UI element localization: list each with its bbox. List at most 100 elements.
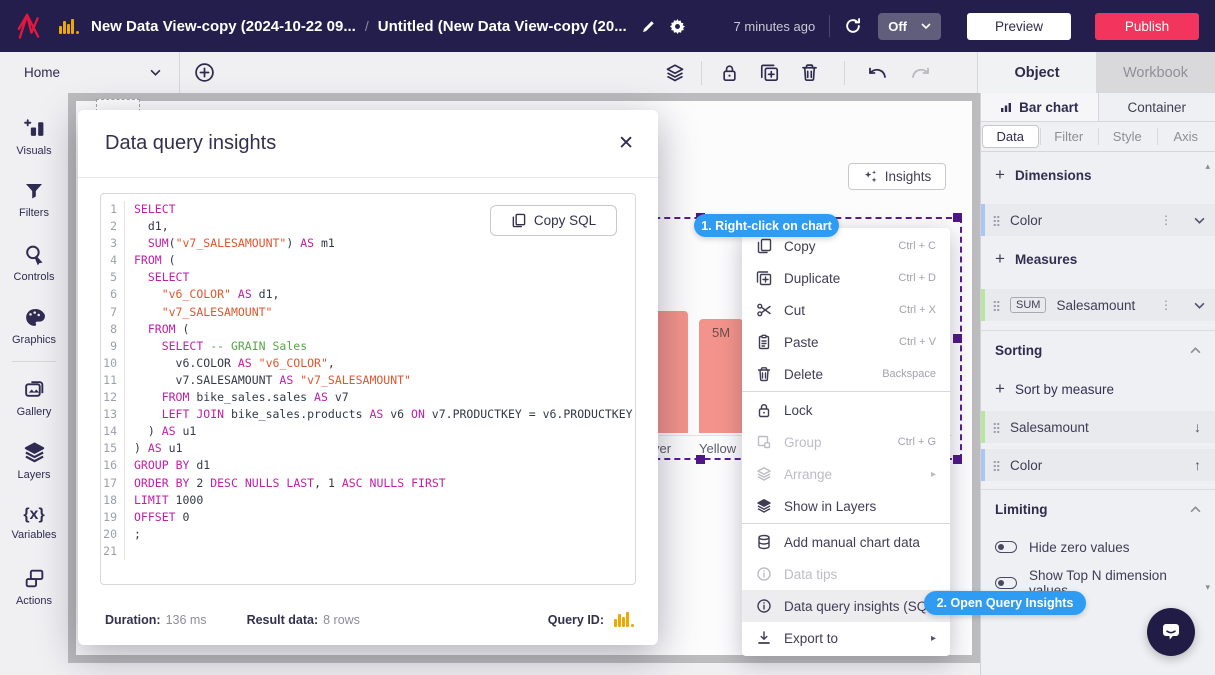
divider [844,61,845,85]
menu-item-data-query-insights[interactable]: Data query insights (SQL) [742,590,950,622]
sort-by-measure-button[interactable]: + Sort by measure [981,370,1215,408]
selection-handle[interactable] [696,455,705,464]
plus-icon: + [995,379,1005,399]
tab-workbook[interactable]: Workbook [1096,52,1215,93]
sidebar-item-visuals[interactable]: Visuals [0,105,68,168]
tab-object[interactable]: Object [977,52,1096,93]
menu-item-data-tips[interactable]: Data tips [742,558,950,590]
selection-handle[interactable] [953,334,962,343]
dataset-title[interactable]: New Data View-copy (2024-10-22 09... [91,18,356,35]
aggregation-badge[interactable]: SUM [1010,297,1046,313]
sidebar-item-graphics[interactable]: Graphics [0,294,68,357]
add-dimension-button[interactable]: + Dimensions [981,152,1215,198]
refresh-icon[interactable] [844,17,862,35]
edit-pencil-icon[interactable] [641,19,656,34]
menu-item-duplicate[interactable]: Duplicate Ctrl + D [742,262,950,294]
download-icon [756,630,772,646]
selection-handle[interactable] [953,213,962,222]
add-measure-button[interactable]: + Measures [981,236,1215,282]
sort-direction-icon[interactable]: ↑ [1194,457,1205,473]
sidebar-item-gallery[interactable]: Gallery [0,366,68,429]
lock-toolbar-icon[interactable] [720,63,739,82]
submenu-arrow-icon: ▸ [931,469,936,480]
plus-icon: + [995,165,1005,185]
menu-item-arrange[interactable]: Arrange ▸ [742,458,950,490]
trash-toolbar-icon[interactable] [800,63,819,82]
sidebar-item-filters[interactable]: Filters [0,168,68,231]
callout-step2: 2. Open Query Insights [924,591,1086,615]
toggle-off-icon[interactable] [995,541,1017,553]
page-title[interactable]: Untitled (New Data View-copy (20... [378,18,627,35]
chevron-down-icon[interactable] [1194,217,1205,224]
tab-container[interactable]: Container [1098,93,1215,121]
sort-row-salesamount[interactable]: Salesamount ↓ [981,411,1215,443]
copy-sql-button[interactable]: Copy SQL [490,205,617,236]
subtab-data[interactable]: Data [981,122,1040,151]
callout-step1: 1. Right-click on chart [694,214,839,237]
drag-handle-icon[interactable] [993,422,1000,433]
subtab-axis[interactable]: Axis [1157,122,1215,151]
chevron-down-icon [150,69,161,76]
menu-item-paste[interactable]: Paste Ctrl + V [742,326,950,358]
drag-handle-icon[interactable] [993,300,1000,311]
kebab-menu-icon[interactable]: ⋮ [1160,213,1172,227]
sql-line: 16GROUP BY d1 [101,457,635,474]
sql-line: 7 "v7_SALESAMOUNT" [101,304,635,321]
sql-code-lines: 1SELECT2 d1,3 SUM("v7_SALESAMOUNT") AS m… [101,201,635,560]
layers-toolbar-icon[interactable] [665,63,685,83]
publish-button[interactable]: Publish [1095,13,1199,40]
sidebar-item-actions[interactable]: Actions [0,555,68,618]
chevron-down-icon[interactable] [1194,302,1205,309]
preview-button[interactable]: Preview [967,13,1071,40]
menu-item-lock[interactable]: Lock [742,394,950,426]
sort-row-color[interactable]: Color ↑ [981,449,1215,481]
redo-icon[interactable] [909,64,931,82]
sidebar-item-layers[interactable]: Layers [0,429,68,492]
scroll-down-arrow[interactable]: ▾ [1205,582,1210,593]
toggle-hide-zero-values[interactable]: Hide zero values [981,529,1215,565]
menu-item-export-to[interactable]: Export to ▸ [742,622,950,654]
kebab-menu-icon[interactable]: ⋮ [1160,298,1172,312]
close-icon[interactable]: ✕ [618,134,634,153]
menu-item-add-manual-chart-data[interactable]: Add manual chart data [742,526,950,558]
menu-item-cut[interactable]: Cut Ctrl + X [742,294,950,326]
chat-launcher-button[interactable] [1147,608,1195,656]
tab-bar-chart[interactable]: Bar chart [981,93,1098,121]
limiting-section-header[interactable]: Limiting [981,489,1215,529]
toggle-off-icon[interactable] [995,577,1017,589]
sql-line: 4FROM ( [101,252,635,269]
sort-direction-icon[interactable]: ↓ [1194,419,1205,435]
subtab-style[interactable]: Style [1098,122,1157,151]
subtab-filter[interactable]: Filter [1040,122,1099,151]
app-logo[interactable] [15,11,42,41]
drag-handle-icon[interactable] [993,215,1000,226]
duplicate-toolbar-icon[interactable] [760,63,779,82]
menu-item-delete[interactable]: Delete Backspace [742,358,950,390]
sql-line: 5 SELECT [101,269,635,286]
breadcrumb-separator: / [365,18,369,34]
insights-button[interactable]: Insights [848,163,946,190]
left-sidebar: Visuals Filters Controls Graphics Galler… [0,93,68,675]
settings-gear-icon[interactable] [669,18,686,35]
chevron-down-icon [921,23,931,29]
autosave-dropdown[interactable]: Off [878,13,941,40]
home-dropdown[interactable]: Home [0,52,180,93]
measure-row-salesamount[interactable]: SUM Salesamount ⋮ [981,289,1215,321]
menu-item-show-in-layers[interactable]: Show in Layers [742,490,950,522]
sorting-section-header[interactable]: Sorting [981,330,1215,370]
add-widget-button[interactable] [194,62,215,83]
sql-line: 13 LEFT JOIN bike_sales.products AS v6 O… [101,406,635,423]
chevron-up-icon[interactable] [1190,506,1201,513]
scroll-up-arrow[interactable]: ▴ [1205,161,1210,172]
selection-handle[interactable] [953,455,962,464]
chevron-up-icon[interactable] [1190,347,1201,354]
menu-item-group[interactable]: Group Ctrl + G [742,426,950,458]
drag-handle-icon[interactable] [993,460,1000,471]
query-id-label: Query ID: [548,613,604,627]
sidebar-item-variables[interactable]: {x} Variables [0,492,68,555]
sidebar-item-controls[interactable]: Controls [0,231,68,294]
dimension-row-color[interactable]: Color ⋮ [981,204,1215,236]
undo-icon[interactable] [867,64,889,82]
sql-line: 17ORDER BY 2 DESC NULLS LAST, 1 ASC NULL… [101,475,635,492]
modal-footer: Duration: 136 ms Result data: 8 rows Que… [105,602,634,637]
